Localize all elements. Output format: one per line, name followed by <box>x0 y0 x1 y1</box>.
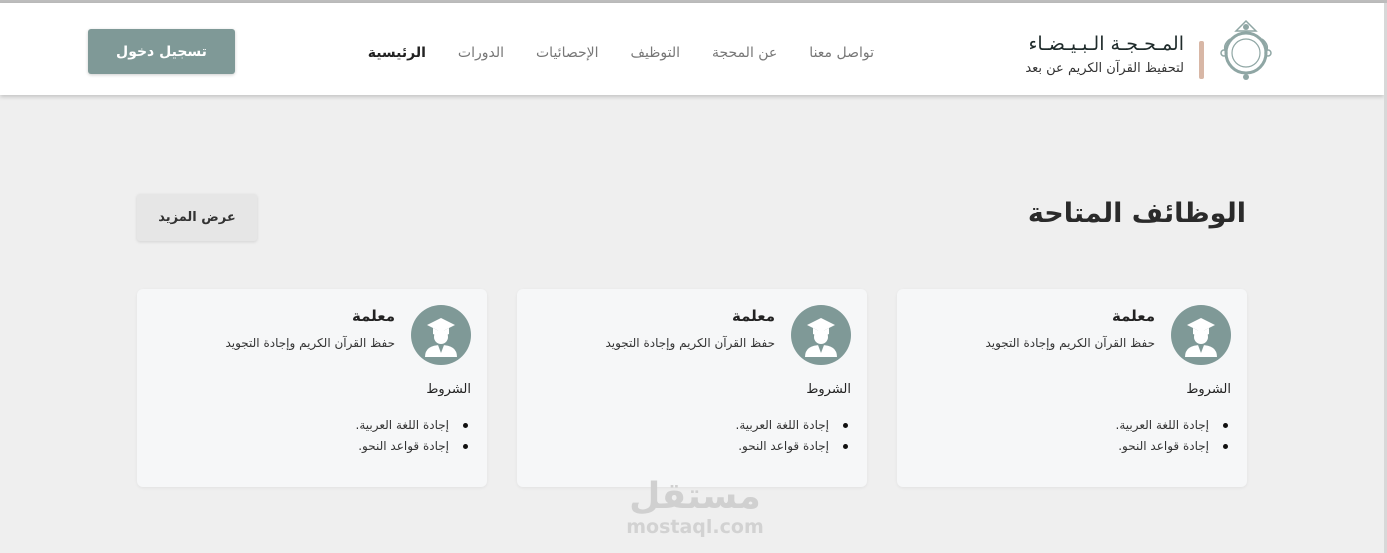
section-title: الوظائف المتاحة <box>1027 198 1246 229</box>
conditions-heading: الشروط <box>426 382 471 397</box>
list-item: إجادة قواعد النحو. <box>1116 436 1231 457</box>
conditions-heading: الشروط <box>1186 382 1231 397</box>
watermark-latin: mostaql.com <box>626 516 764 538</box>
brand-accent-bar <box>1199 41 1204 79</box>
view-more-button[interactable]: عرض المزيد <box>137 194 257 241</box>
site-header: المـحـجـة الـبـيـضـاء لتحفيظ القرآن الكر… <box>0 3 1384 95</box>
job-card[interactable]: معلمة حفظ القرآن الكريم وإجادة التجويد ا… <box>517 289 867 487</box>
graduate-avatar-icon <box>791 305 851 365</box>
nav-item-about[interactable]: عن المحجة <box>712 45 777 61</box>
list-item: إجادة قواعد النحو. <box>356 436 471 457</box>
graduate-avatar-icon <box>411 305 471 365</box>
ornate-ring-logo-icon[interactable] <box>1212 17 1280 85</box>
brand-tagline: لتحفيظ القرآن الكريم عن بعد <box>1025 61 1184 76</box>
list-item: إجادة اللغة العربية. <box>736 415 851 436</box>
nav-item-contact[interactable]: تواصل معنا <box>809 45 874 61</box>
job-card[interactable]: معلمة حفظ القرآن الكريم وإجادة التجويد ا… <box>897 289 1247 487</box>
nav-item-statistics[interactable]: الإحصائيات <box>536 45 599 61</box>
nav-item-home[interactable]: الرئيسية <box>368 45 426 61</box>
conditions-heading: الشروط <box>806 382 851 397</box>
brand-name[interactable]: المـحـجـة الـبـيـضـاء <box>1028 33 1184 55</box>
job-role: معلمة <box>351 307 395 325</box>
login-button[interactable]: تسجيل دخول <box>88 29 235 74</box>
conditions-list: إجادة اللغة العربية. إجادة قواعد النحو. <box>1116 415 1231 457</box>
job-description: حفظ القرآن الكريم وإجادة التجويد <box>605 336 775 350</box>
job-role: معلمة <box>731 307 775 325</box>
job-description: حفظ القرآن الكريم وإجادة التجويد <box>985 336 1155 350</box>
job-description: حفظ القرآن الكريم وإجادة التجويد <box>225 336 395 350</box>
conditions-list: إجادة اللغة العربية. إجادة قواعد النحو. <box>736 415 851 457</box>
nav-item-jobs[interactable]: التوظيف <box>631 45 680 61</box>
list-item: إجادة قواعد النحو. <box>736 436 851 457</box>
list-item: إجادة اللغة العربية. <box>356 415 471 436</box>
job-role: معلمة <box>1111 307 1155 325</box>
nav-item-courses[interactable]: الدورات <box>458 45 504 61</box>
job-card[interactable]: معلمة حفظ القرآن الكريم وإجادة التجويد ا… <box>137 289 487 487</box>
main-nav: الرئيسية الدورات الإحصائيات التوظيف عن ا… <box>368 45 874 61</box>
watermark-arabic: مستقل <box>629 476 761 517</box>
conditions-list: إجادة اللغة العربية. إجادة قواعد النحو. <box>356 415 471 457</box>
list-item: إجادة اللغة العربية. <box>1116 415 1231 436</box>
graduate-avatar-icon <box>1171 305 1231 365</box>
watermark: مستقل mostaql.com <box>620 478 770 542</box>
